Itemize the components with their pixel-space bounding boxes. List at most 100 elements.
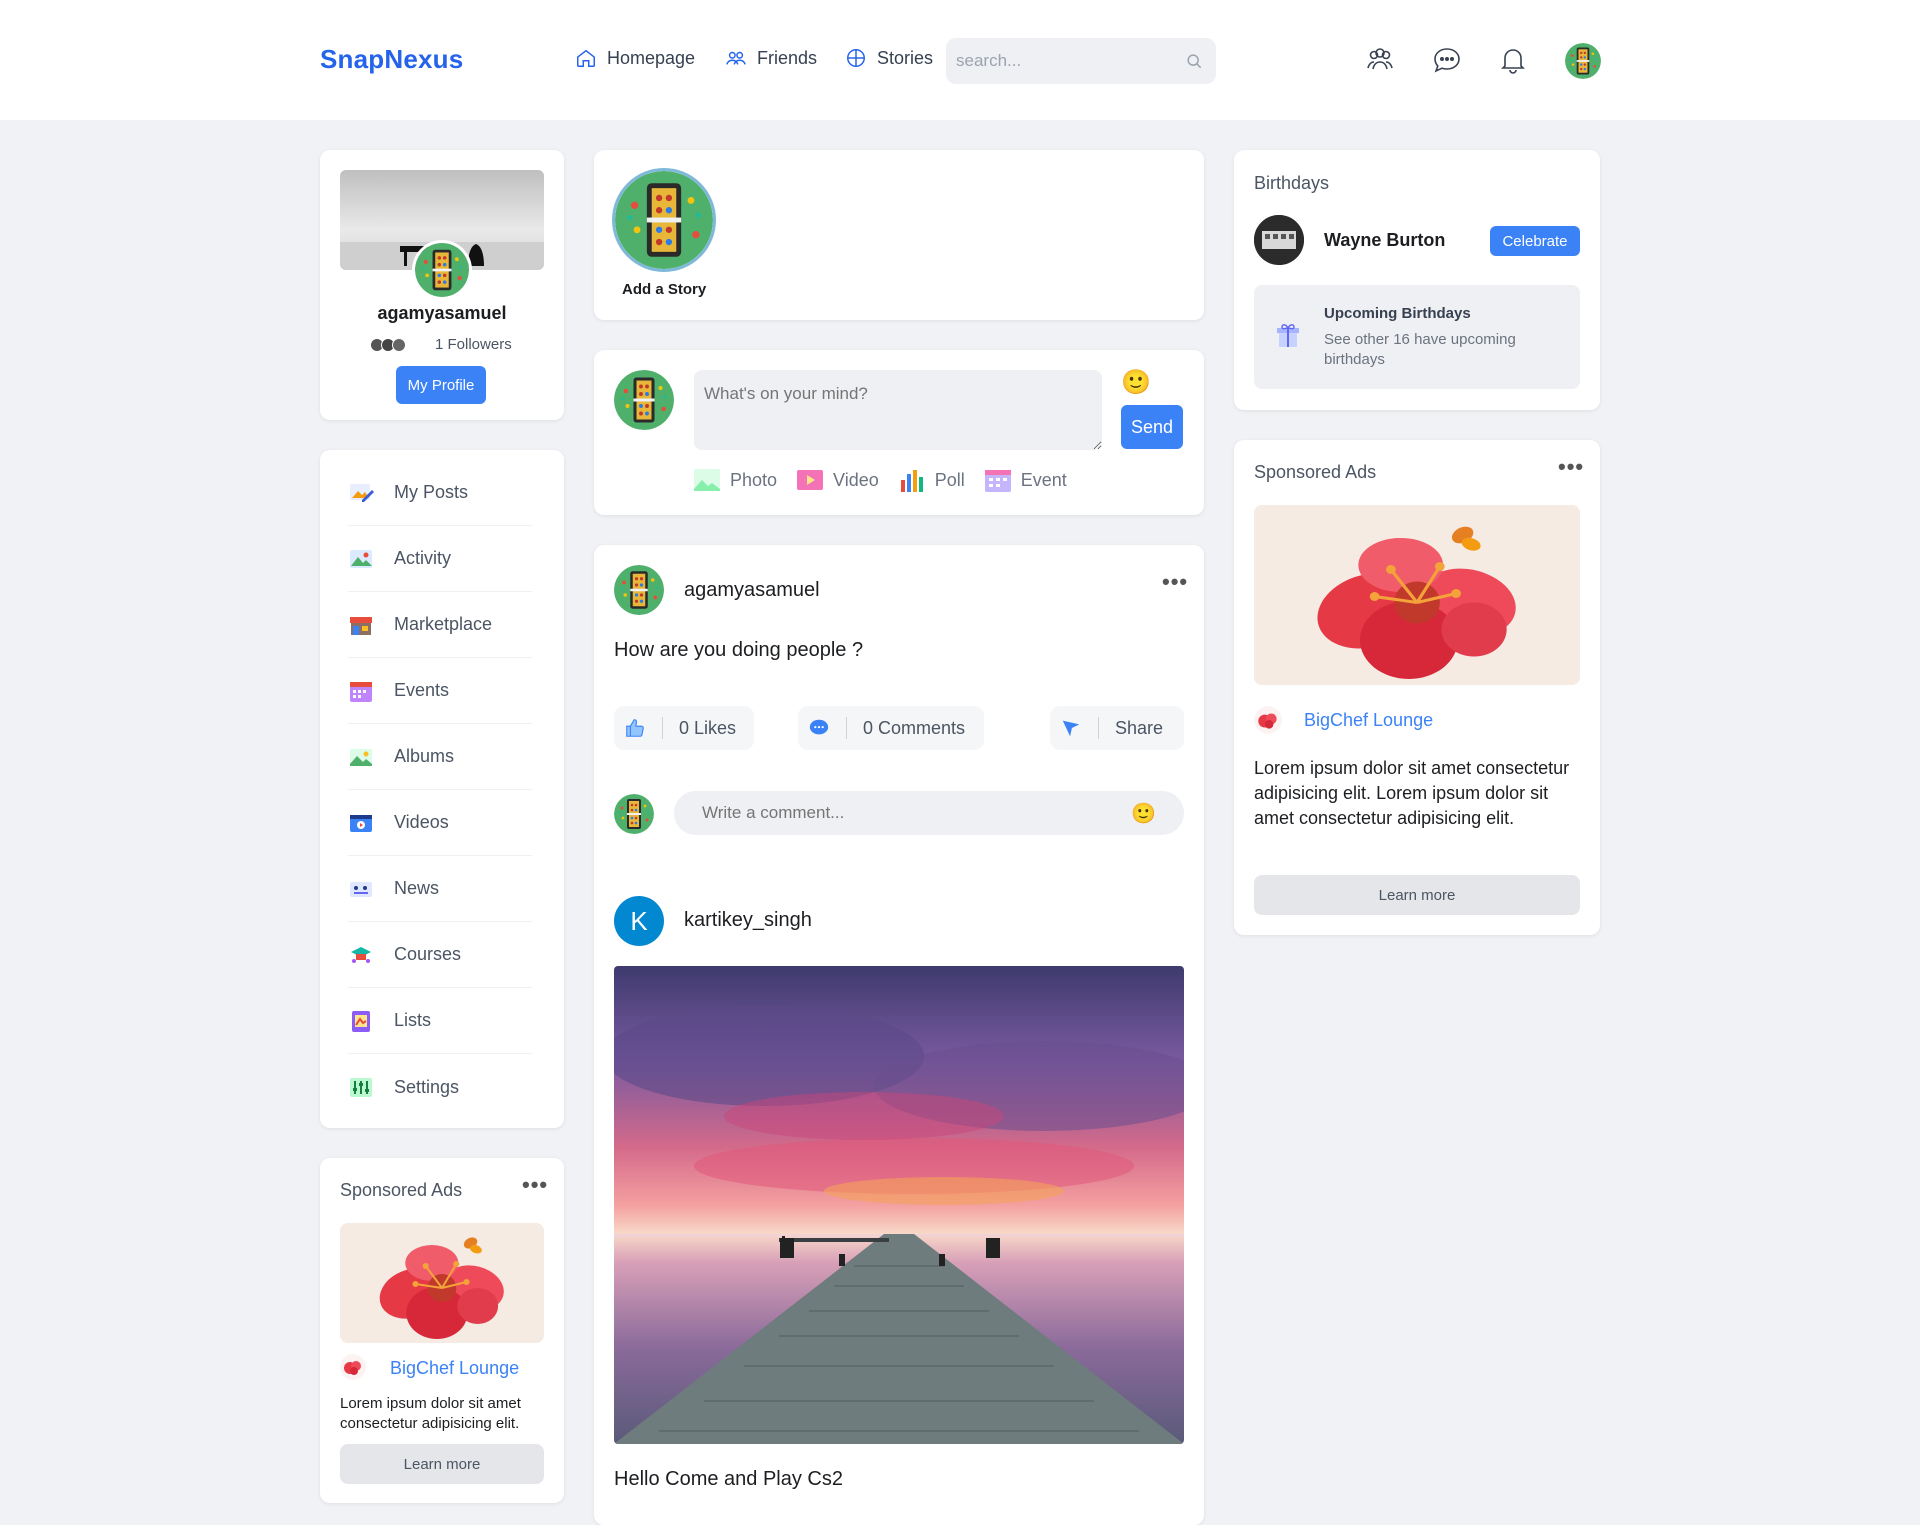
birthdays-card: Birthdays Wayne Burton Celebrate Upcomin… bbox=[1234, 150, 1600, 410]
nav-homepage-label: Homepage bbox=[607, 47, 696, 68]
comment-bubble-icon bbox=[809, 719, 829, 735]
ad-brand-link[interactable]: BigChef Lounge bbox=[1304, 710, 1433, 731]
commenter-avatar bbox=[614, 794, 654, 834]
search-bar bbox=[946, 38, 1216, 84]
send-button[interactable]: Send bbox=[1121, 405, 1183, 449]
right-sponsored-ad: Sponsored Ads ••• BigChef Lounge Lorem i… bbox=[1234, 440, 1600, 935]
activity-icon bbox=[350, 549, 372, 568]
post-composer: 🙂 Send Photo Video Poll Event bbox=[594, 350, 1204, 515]
nav-friends[interactable]: Friends bbox=[725, 47, 817, 69]
birthdays-title: Birthdays bbox=[1254, 173, 1330, 193]
menu-item-settings[interactable]: Settings bbox=[348, 1054, 532, 1120]
menu-item-videos[interactable]: Videos bbox=[348, 790, 532, 856]
menu-item-courses[interactable]: Courses bbox=[348, 922, 532, 988]
upcoming-birthdays-box[interactable]: Upcoming Birthdays See other 16 have upc… bbox=[1254, 285, 1580, 389]
menu-label: Marketplace bbox=[394, 614, 493, 634]
brand-logo-icon bbox=[1254, 706, 1282, 734]
like-button[interactable]: 0 Likes bbox=[614, 706, 754, 750]
menu-label: News bbox=[394, 878, 440, 898]
profile-username: agamyasamuel bbox=[377, 303, 507, 323]
more-options-icon[interactable]: ••• bbox=[522, 1172, 548, 1198]
brand-logo-icon bbox=[340, 1354, 366, 1380]
post2-image[interactable] bbox=[614, 966, 1184, 1444]
comments-count: 0 Comments bbox=[863, 717, 966, 738]
menu-label: Lists bbox=[394, 1010, 432, 1030]
thumbs-up-icon bbox=[626, 719, 644, 737]
user-avatar[interactable] bbox=[1565, 43, 1601, 79]
ad-brand-link[interactable]: BigChef Lounge bbox=[390, 1358, 519, 1379]
menu-item-my-posts[interactable]: My Posts bbox=[348, 460, 532, 526]
event-option[interactable]: Event bbox=[984, 468, 1067, 492]
feed-card: agamyasamuel ••• How are you doing peopl… bbox=[594, 545, 1204, 1525]
ad-title: Sponsored Ads bbox=[340, 1180, 463, 1200]
news-icon bbox=[350, 881, 372, 897]
post-more-options-icon[interactable]: ••• bbox=[1162, 569, 1188, 595]
chat-icon[interactable] bbox=[1431, 44, 1463, 76]
learn-more-button[interactable]: Learn more bbox=[340, 1444, 544, 1484]
side-menu: My Posts Activity Marketplace Events Alb… bbox=[320, 450, 564, 1128]
learn-more-button[interactable]: Learn more bbox=[1254, 875, 1580, 915]
ad-title: Sponsored Ads bbox=[1254, 462, 1377, 482]
courses-icon bbox=[351, 946, 371, 963]
home-icon bbox=[577, 49, 595, 67]
video-option[interactable]: Video bbox=[797, 468, 879, 492]
comment-emoji-icon[interactable]: 🙂 bbox=[1131, 801, 1156, 826]
video-icon bbox=[797, 470, 824, 490]
composer-avatar bbox=[614, 370, 674, 430]
menu-label: Albums bbox=[394, 746, 455, 766]
post2-author-name[interactable]: kartikey_singh bbox=[684, 909, 812, 932]
videos-icon bbox=[350, 814, 372, 832]
ad-description: Lorem ipsum dolor sit amet consectetur a… bbox=[1254, 758, 1570, 828]
post-text: How are you doing people ? bbox=[614, 639, 864, 661]
ad-description: Lorem ipsum dolor sit amet consectetur a… bbox=[340, 1395, 521, 1432]
menu-label: Videos bbox=[394, 812, 449, 832]
people-icon[interactable] bbox=[1364, 44, 1396, 76]
share-label: Share bbox=[1115, 717, 1164, 738]
nav-stories[interactable]: Stories bbox=[845, 47, 933, 69]
photo-option[interactable]: Photo bbox=[694, 468, 777, 492]
ad-image[interactable] bbox=[1254, 505, 1580, 685]
celebrate-button[interactable]: Celebrate bbox=[1490, 226, 1580, 256]
menu-item-albums[interactable]: Albums bbox=[348, 724, 532, 790]
post-author-name[interactable]: agamyasamuel bbox=[684, 579, 820, 602]
ad-image[interactable] bbox=[340, 1223, 544, 1343]
comment-input[interactable] bbox=[702, 791, 1122, 835]
more-options-icon[interactable]: ••• bbox=[1558, 454, 1584, 480]
comment-button[interactable]: 0 Comments bbox=[798, 706, 984, 750]
emoji-icon[interactable]: 🙂 bbox=[1121, 368, 1151, 397]
lists-icon bbox=[352, 1010, 370, 1032]
post-author-avatar[interactable] bbox=[614, 565, 664, 615]
menu-item-lists[interactable]: Lists bbox=[348, 988, 532, 1054]
add-story-label[interactable]: Add a Story bbox=[622, 281, 706, 298]
events-icon bbox=[350, 681, 372, 702]
share-button[interactable]: Share bbox=[1050, 706, 1184, 750]
nav-homepage[interactable]: Homepage bbox=[575, 47, 695, 69]
bell-icon[interactable] bbox=[1497, 44, 1529, 76]
share-icon bbox=[1062, 720, 1080, 737]
albums-icon bbox=[350, 748, 372, 766]
poll-icon bbox=[900, 470, 923, 492]
stories-card: Add a Story bbox=[594, 150, 1204, 320]
birthday-person-avatar[interactable] bbox=[1254, 215, 1304, 265]
menu-label: My Posts bbox=[394, 482, 469, 502]
menu-item-activity[interactable]: Activity bbox=[348, 526, 532, 592]
search-icon[interactable] bbox=[1184, 51, 1204, 71]
comment-box: 🙂 bbox=[674, 791, 1184, 835]
menu-item-events[interactable]: Events bbox=[348, 658, 532, 724]
menu-item-news[interactable]: News bbox=[348, 856, 532, 922]
poll-label: Poll bbox=[934, 469, 965, 490]
posts-icon bbox=[350, 483, 374, 502]
composer-input[interactable] bbox=[694, 370, 1102, 450]
search-input[interactable] bbox=[956, 38, 1176, 84]
menu-item-marketplace[interactable]: Marketplace bbox=[348, 592, 532, 658]
profile-avatar[interactable] bbox=[412, 240, 472, 300]
app-logo[interactable]: SnapNexus bbox=[320, 44, 463, 75]
birthday-person-name[interactable]: Wayne Burton bbox=[1324, 230, 1445, 251]
stories-icon bbox=[847, 49, 865, 67]
my-profile-button[interactable]: My Profile bbox=[396, 366, 486, 404]
add-story-avatar[interactable] bbox=[612, 168, 716, 272]
menu-label: Courses bbox=[394, 944, 462, 964]
profile-card: agamyasamuel 1 Followers My Profile bbox=[320, 150, 564, 420]
post2-author-avatar[interactable]: K bbox=[614, 896, 664, 946]
poll-option[interactable]: Poll bbox=[899, 468, 965, 492]
